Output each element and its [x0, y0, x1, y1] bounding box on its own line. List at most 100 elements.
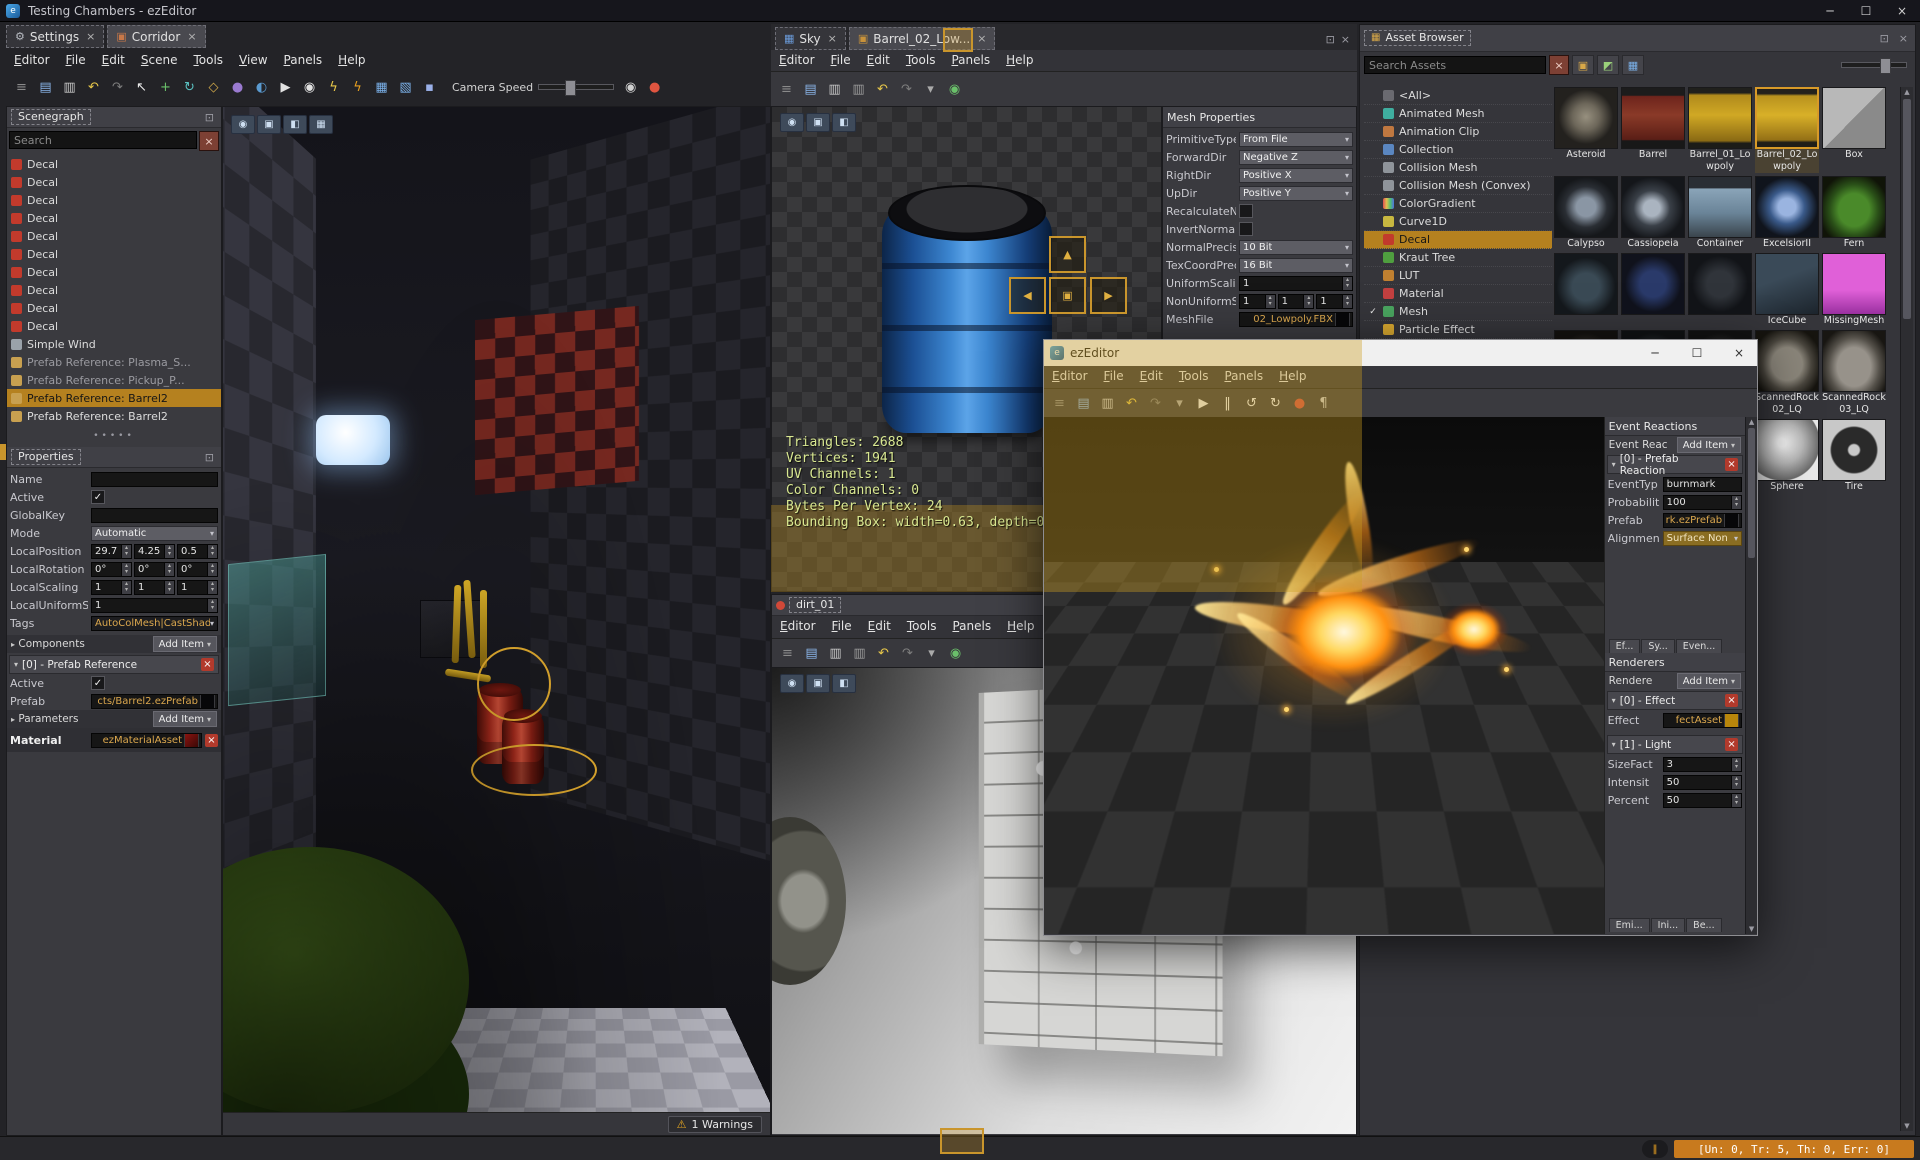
- text-field[interactable]: [91, 508, 218, 523]
- asset-thumbnail[interactable]: IceCube: [1755, 253, 1819, 327]
- asset-type-item[interactable]: LUT: [1364, 267, 1552, 285]
- close-button[interactable]: ×: [1721, 340, 1757, 366]
- toolbar-icon[interactable]: +: [154, 76, 177, 98]
- menu-item[interactable]: Editor: [772, 616, 824, 638]
- remove-renderer-button[interactable]: ×: [1725, 694, 1738, 707]
- menu-item[interactable]: Help: [330, 50, 373, 70]
- scrollbar-thumb[interactable]: [1903, 99, 1911, 319]
- asset-thumbnail[interactable]: [1621, 253, 1685, 327]
- toolbar-icon[interactable]: ▤: [34, 76, 57, 98]
- document-tab[interactable]: ▣ Corridor ×: [107, 25, 205, 48]
- add-renderer-button[interactable]: Add Item: [1677, 673, 1741, 689]
- asset-type-item[interactable]: ColorGradient: [1364, 195, 1552, 213]
- selection-gizmo-ring[interactable]: [471, 744, 597, 796]
- vector3-field[interactable]: 1 ▴ ▾ 1 ▴ ▾ 1 ▴ ▾: [91, 580, 218, 595]
- toolbar-icon[interactable]: ▥: [823, 78, 846, 100]
- vector3-field[interactable]: 1 ▴ ▾ 1 ▴ ▾ 1 ▴ ▾: [1239, 294, 1353, 309]
- viewport-tool-icon[interactable]: ▣: [806, 113, 830, 132]
- asset-document-tab[interactable]: ▦ Sky ×: [775, 27, 846, 50]
- add-parameter-button[interactable]: Add Item: [153, 711, 217, 727]
- asset-picker-button[interactable]: [200, 694, 215, 709]
- toolbar-icon[interactable]: ≡: [776, 642, 799, 664]
- toolbar-icon[interactable]: ▥: [1096, 392, 1119, 414]
- menu-item[interactable]: Help: [1271, 366, 1314, 388]
- asset-thumbnail[interactable]: [1688, 253, 1752, 327]
- camera-speed-slider[interactable]: [538, 84, 614, 90]
- toolbar-icon[interactable]: ▥: [58, 76, 81, 98]
- material-swatch[interactable]: [184, 733, 199, 748]
- vector3-field[interactable]: 29.7 ▴ ▾ 4.25 ▴ ▾ 0.5 ▴ ▾: [91, 544, 218, 559]
- toolbar-icon[interactable]: ▥: [848, 642, 871, 664]
- float-panel-icon[interactable]: ⊡: [1877, 32, 1892, 45]
- toolbar-icon[interactable]: ▪: [418, 76, 441, 98]
- scenegraph-item[interactable]: Decal: [7, 155, 221, 173]
- tab-close-icon[interactable]: ×: [86, 30, 95, 43]
- scenegraph-item[interactable]: Prefab Reference: Barrel2: [7, 389, 221, 407]
- text-field[interactable]: [91, 472, 218, 487]
- menu-item[interactable]: Tools: [898, 50, 944, 71]
- number-field[interactable]: 1 ▴ ▾: [91, 598, 218, 613]
- asset-reference-field[interactable]: 02_Lowpoly.FBX: [1239, 312, 1353, 327]
- toolbar-icon[interactable]: ◉: [619, 76, 642, 98]
- scenegraph-item[interactable]: Prefab Reference: Barrel2: [7, 407, 221, 425]
- scenegraph-item[interactable]: Decal: [7, 191, 221, 209]
- toolbar-icon[interactable]: ↻: [1264, 392, 1287, 414]
- scenegraph-item[interactable]: Decal: [7, 209, 221, 227]
- minimize-button[interactable]: ─: [1637, 340, 1673, 366]
- maximize-button[interactable]: ☐: [1848, 0, 1884, 22]
- menu-item[interactable]: Edit: [859, 50, 898, 71]
- filter-icon[interactable]: ◩: [1597, 55, 1619, 75]
- toolbar-icon[interactable]: ¶: [1312, 392, 1335, 414]
- asset-document-tab[interactable]: ▣ Barrel_02_Low... ×: [849, 27, 996, 50]
- minimize-button[interactable]: ─: [1812, 0, 1848, 22]
- toolbar-icon[interactable]: ▤: [800, 642, 823, 664]
- scene-3d-viewport[interactable]: ◉ ▣ ◧ ▦ ⚠ 1 Warnings: [222, 106, 771, 1136]
- remove-parameter-button[interactable]: ×: [205, 734, 218, 747]
- dropdown[interactable]: From File ▾: [1239, 132, 1353, 147]
- asset-picker-button[interactable]: [1724, 513, 1739, 528]
- asset-type-item[interactable]: Curve1D: [1364, 213, 1552, 231]
- toolbar-icon[interactable]: ▾: [920, 642, 943, 664]
- asset-thumbnail[interactable]: Barrel_02_Lowpoly: [1755, 87, 1819, 173]
- menu-item[interactable]: Editor: [1044, 366, 1096, 388]
- filter-icon[interactable]: ▣: [1572, 55, 1594, 75]
- menu-item[interactable]: Tools: [899, 616, 945, 638]
- panel-tab[interactable]: ▦ Asset Browser: [1364, 30, 1471, 46]
- panel-tab[interactable]: Sy...: [1641, 639, 1674, 653]
- scenegraph-item[interactable]: Prefab Reference: Plasma_S...: [7, 353, 221, 371]
- close-button[interactable]: ×: [1884, 0, 1920, 22]
- window-scrollbar[interactable]: ▲ ▼: [1745, 417, 1757, 934]
- asset-type-item[interactable]: Mesh: [1364, 303, 1552, 321]
- menu-item[interactable]: File: [1096, 366, 1132, 388]
- particle-preview-viewport[interactable]: [1044, 417, 1604, 934]
- toolbar-icon[interactable]: ↷: [106, 76, 129, 98]
- asset-thumbnail[interactable]: Box: [1822, 87, 1886, 173]
- clear-search-icon[interactable]: ×: [199, 131, 219, 151]
- asset-thumbnail[interactable]: Tire: [1822, 419, 1886, 493]
- tab-close-icon[interactable]: ×: [977, 32, 986, 45]
- filter-icon[interactable]: ▦: [1622, 55, 1644, 75]
- scenegraph-item[interactable]: Decal: [7, 227, 221, 245]
- scenegraph-item[interactable]: Decal: [7, 281, 221, 299]
- scenegraph-item[interactable]: Prefab Reference: Pickup_P...: [7, 371, 221, 389]
- toolbar-icon[interactable]: ▾: [1168, 392, 1191, 414]
- number-field[interactable]: 1 ▴ ▾: [1239, 276, 1353, 291]
- vertical-scrollbar[interactable]: ▲ ▼: [1900, 87, 1913, 1131]
- asset-type-item[interactable]: <All>: [1364, 87, 1552, 105]
- toolbar-icon[interactable]: ↷: [1144, 392, 1167, 414]
- toolbar-icon[interactable]: ◐: [250, 76, 273, 98]
- number-field[interactable]: 100 ▴ ▾: [1663, 495, 1742, 510]
- vector3-field[interactable]: 0° ▴ ▾ 0° ▴ ▾ 0° ▴ ▾: [91, 562, 218, 577]
- toolbar-icon[interactable]: ▥: [824, 642, 847, 664]
- toolbar-icon[interactable]: ≡: [775, 78, 798, 100]
- scenegraph-item[interactable]: Simple Wind: [7, 335, 221, 353]
- document-tab[interactable]: ⚙ Settings ×: [6, 25, 104, 48]
- asset-thumbnail[interactable]: Barrel: [1621, 87, 1685, 173]
- scenegraph-item[interactable]: Decal: [7, 263, 221, 281]
- toolbar-icon[interactable]: ●: [226, 76, 249, 98]
- toolbar-icon[interactable]: ↖: [130, 76, 153, 98]
- panel-tab[interactable]: Be...: [1686, 918, 1721, 932]
- asset-reference-field[interactable]: rk.ezPrefab: [1663, 513, 1742, 528]
- viewport-tool-icon[interactable]: ◧: [832, 674, 856, 693]
- remove-reaction-button[interactable]: ×: [1725, 458, 1738, 471]
